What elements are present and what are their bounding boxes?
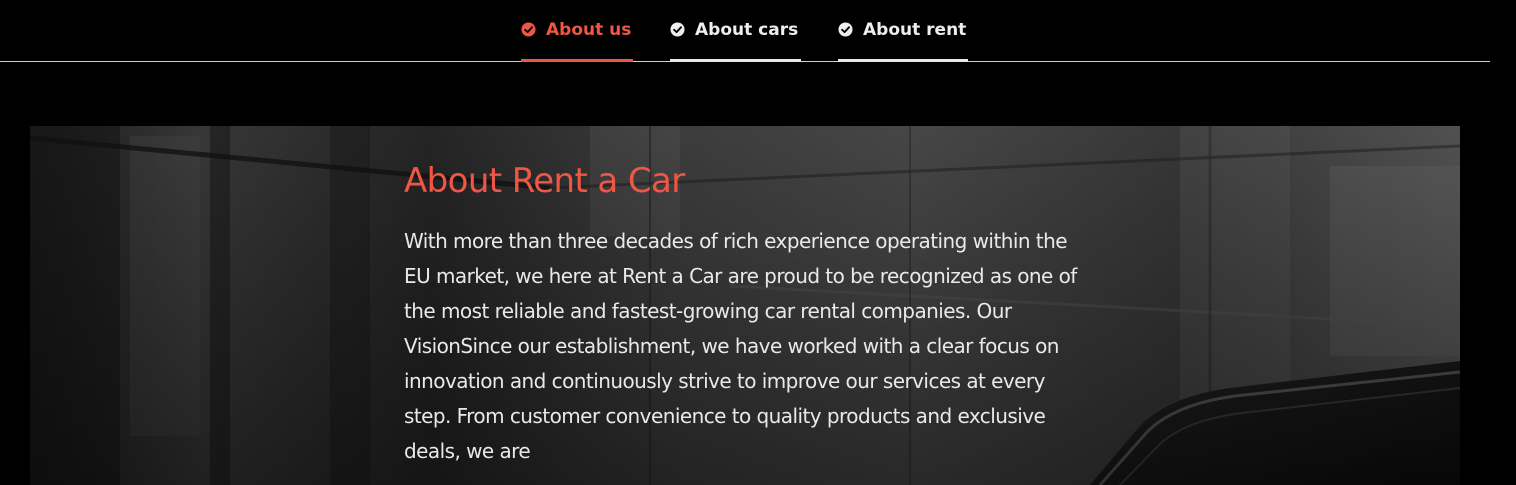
tab-label: About cars [695, 20, 799, 40]
tab-label: About rent [863, 20, 967, 40]
check-circle-icon [521, 22, 536, 37]
tab-underline [838, 59, 968, 62]
about-content: About Rent a Car With more than three de… [404, 158, 1084, 469]
tab-active-indicator [521, 59, 633, 62]
tab-about-cars[interactable]: About cars [670, 0, 801, 62]
tab-label: About us [546, 20, 632, 40]
tab-about-us[interactable]: About us [521, 0, 633, 62]
check-circle-icon [838, 22, 853, 37]
page: About us About cars About rent About Ren… [0, 0, 1516, 485]
tab-underline [670, 59, 801, 62]
about-title: About Rent a Car [404, 161, 685, 201]
about-body-text: With more than three decades of rich exp… [404, 229, 1077, 463]
tab-bar: About us About cars About rent [0, 0, 1490, 62]
tab-about-rent[interactable]: About rent [838, 0, 968, 62]
about-hero: About Rent a Car With more than three de… [30, 126, 1460, 485]
check-circle-icon [670, 22, 685, 37]
